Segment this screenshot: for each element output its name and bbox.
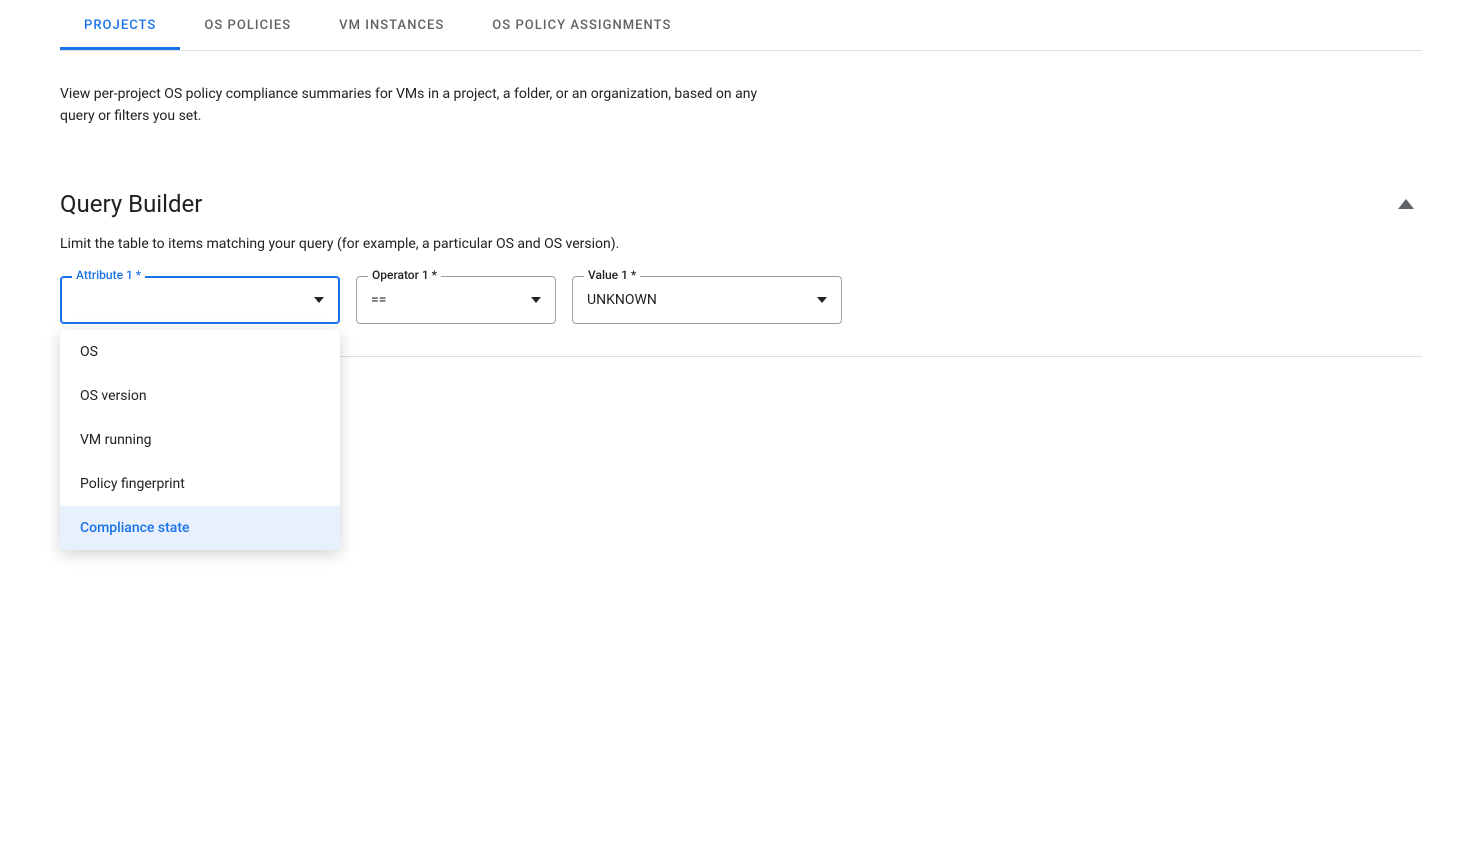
tabs-bar: PROJECTS OS POLICIES VM INSTANCES OS POL… xyxy=(60,0,1422,51)
section-title: Query Builder xyxy=(60,190,202,218)
value1-label: Value 1 * xyxy=(584,268,640,282)
attribute1-dropdown: OS OS version VM running Policy fingerpr… xyxy=(60,330,340,550)
section-description: Limit the table to items matching your q… xyxy=(60,236,1422,252)
value1-value: UNKNOWN xyxy=(587,292,657,308)
operator1-arrow-icon xyxy=(531,297,541,303)
operator1-value: == xyxy=(371,292,386,308)
dropdown-item-compliance-state[interactable]: Compliance state xyxy=(60,506,340,550)
query-form: Attribute 1 * OS OS version VM running P… xyxy=(60,276,1422,324)
attribute1-arrow-icon xyxy=(314,297,324,303)
value1-field-group: Value 1 * UNKNOWN xyxy=(572,276,842,324)
dropdown-item-os[interactable]: OS xyxy=(60,330,340,374)
tab-vm-instances[interactable]: VM INSTANCES xyxy=(315,0,468,50)
section-header: Query Builder xyxy=(60,188,1422,220)
page-description: View per-project OS policy compliance su… xyxy=(60,83,760,128)
operator1-field-group: Operator 1 * == xyxy=(356,276,556,324)
operator1-label: Operator 1 * xyxy=(368,268,441,282)
tab-projects[interactable]: PROJECTS xyxy=(60,0,180,50)
value1-arrow-icon xyxy=(817,297,827,303)
dropdown-item-vm-running[interactable]: VM running xyxy=(60,418,340,462)
operator1-select[interactable]: == xyxy=(356,276,556,324)
attribute1-field-group: Attribute 1 * OS OS version VM running P… xyxy=(60,276,340,324)
dropdown-item-os-version[interactable]: OS version xyxy=(60,374,340,418)
tab-os-policy-assignments[interactable]: OS POLICY ASSIGNMENTS xyxy=(468,0,695,50)
query-builder-section: Query Builder Limit the table to items m… xyxy=(60,188,1422,412)
chevron-up-icon xyxy=(1398,199,1414,209)
collapse-button[interactable] xyxy=(1390,188,1422,220)
dropdown-item-policy-fingerprint[interactable]: Policy fingerprint xyxy=(60,462,340,506)
tab-os-policies[interactable]: OS POLICIES xyxy=(180,0,315,50)
attribute1-select[interactable] xyxy=(60,276,340,324)
value1-select[interactable]: UNKNOWN xyxy=(572,276,842,324)
attribute1-label: Attribute 1 * xyxy=(72,268,145,282)
